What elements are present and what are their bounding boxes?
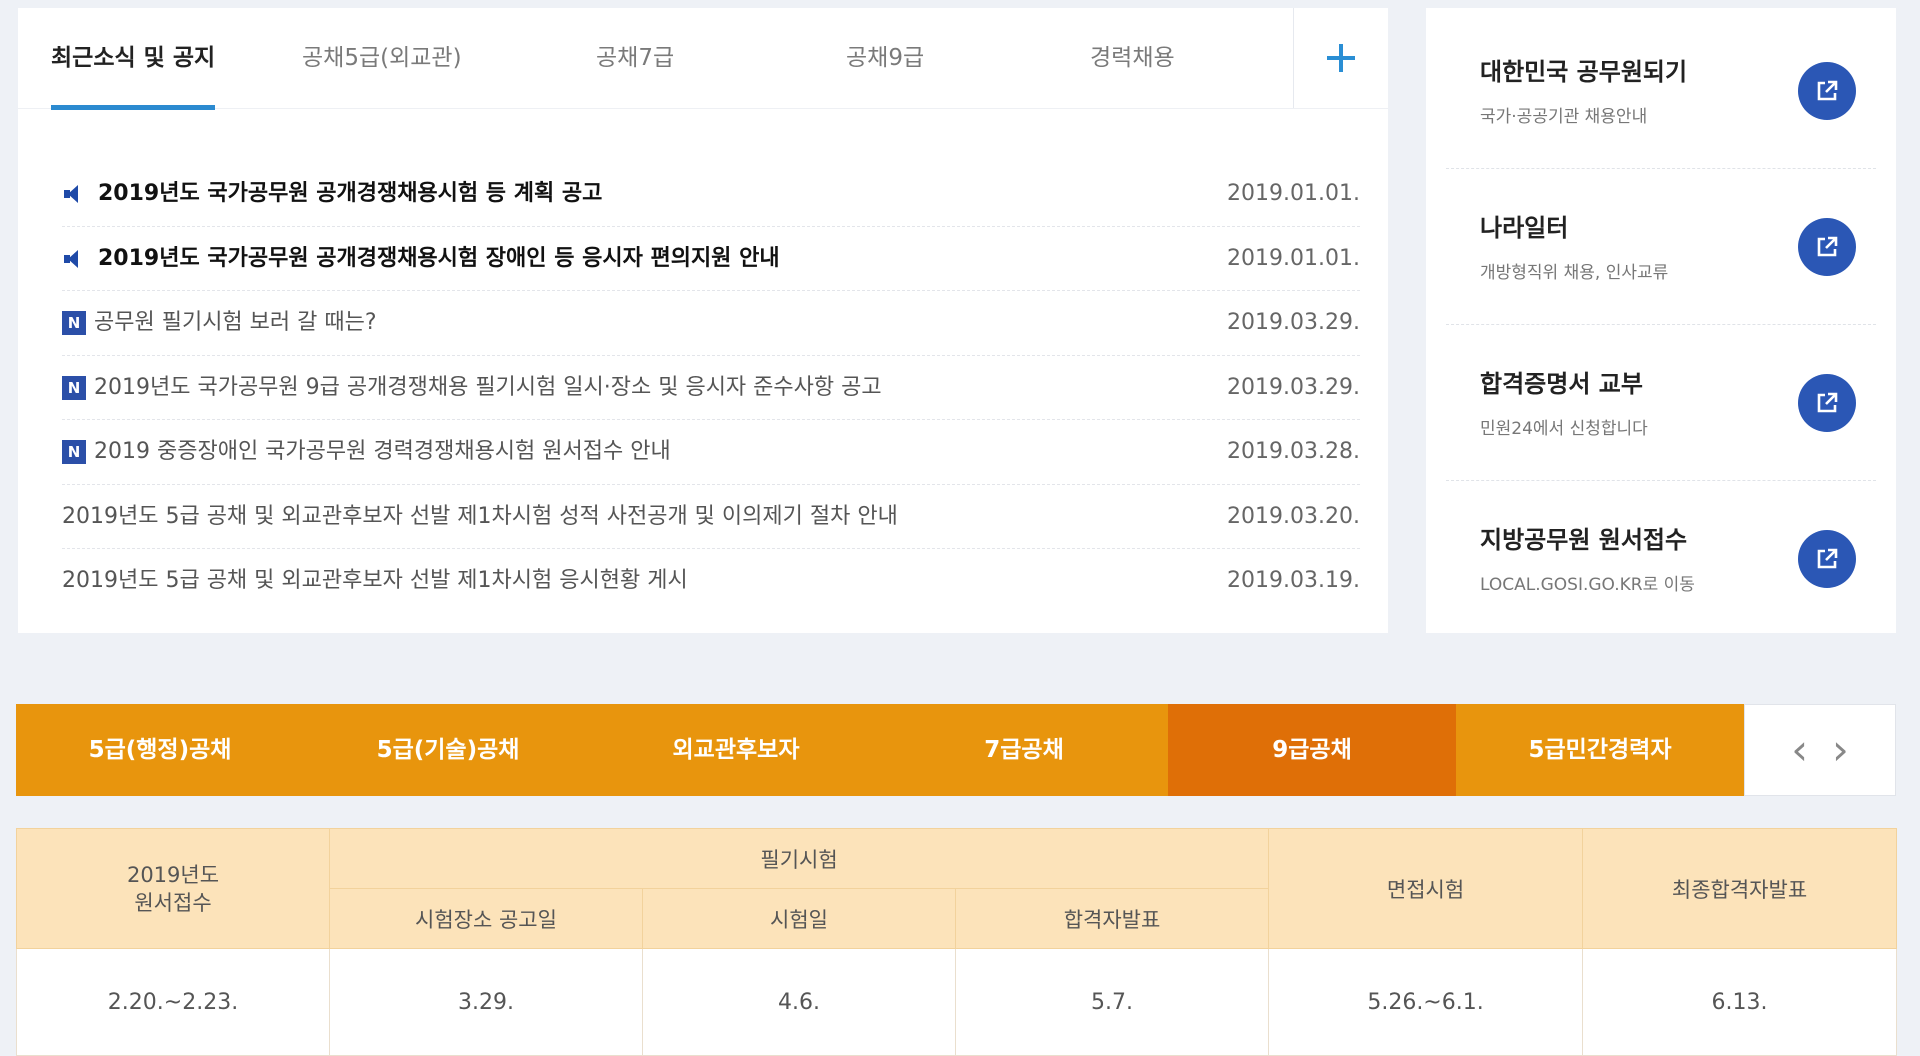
notice-date: 2019.01.01. [1227, 181, 1360, 206]
notice-row[interactable]: N 공무원 필기시험 보러 갈 때는? 2019.03.29. [62, 291, 1360, 356]
category-grade5-admin[interactable]: 5급(행정)공채 [16, 704, 305, 796]
cell-final-result: 6.13. [1582, 948, 1898, 1056]
speaker-icon [62, 185, 84, 203]
notice-title-text: 2019년도 국가공무원 9급 공개경쟁채용 필기시험 일시·장소 및 응시자 … [94, 374, 882, 400]
notice-date: 2019.03.29. [1227, 310, 1360, 335]
notice-date: 2019.03.28. [1227, 439, 1360, 464]
quick-link-gongmuwon[interactable]: 대한민국 공무원되기 국가·공공기관 채용안내 [1446, 12, 1876, 169]
cell-venue-notice: 3.29. [329, 948, 643, 1056]
notice-date: 2019.03.20. [1227, 503, 1360, 529]
quick-link-title: 합격증명서 교부 [1480, 370, 1643, 398]
chevron-right-icon[interactable]: › [1832, 729, 1849, 771]
notice-row[interactable]: N 2019 중증장애인 국가공무원 경력경쟁채용시험 원서접수 안내 2019.… [62, 420, 1360, 485]
tab-grade7[interactable]: 공채7급 [596, 8, 674, 108]
notice-list: 2019년도 국가공무원 공개경쟁채용시험 등 계획 공고 2019.01.01… [62, 162, 1360, 613]
cell-pass-announce: 5.7. [954, 948, 1270, 1056]
quick-link-title: 나라일터 [1480, 214, 1569, 242]
more-button[interactable] [1293, 8, 1388, 108]
notice-tabs: 최근소식 및 공지 공채5급(외교관) 공채7급 공채9급 경력채용 [18, 8, 1388, 110]
notice-title[interactable]: 2019년도 5급 공채 및 외교관후보자 선발 제1차시험 응시현황 게시 [62, 549, 1200, 613]
quick-links-panel: 대한민국 공무원되기 국가·공공기관 채용안내 나라일터 개방형직위 채용, 인… [1426, 8, 1896, 633]
notice-row[interactable]: 2019년도 국가공무원 공개경쟁채용시험 장애인 등 응시자 편의지원 안내 … [62, 227, 1360, 291]
quick-link-local-exam[interactable]: 지방공무원 원서접수 LOCAL.GOSI.GO.KR로 이동 [1446, 480, 1876, 636]
plus-icon [1327, 44, 1355, 72]
notice-panel: 최근소식 및 공지 공채5급(외교관) 공채7급 공채9급 경력채용 2019년… [18, 8, 1388, 633]
notice-row[interactable]: 2019년도 5급 공채 및 외교관후보자 선발 제1차시험 성적 사전공개 및… [62, 485, 1360, 549]
notice-date: 2019.03.19. [1227, 568, 1360, 593]
quick-link-title: 지방공무원 원서접수 [1480, 526, 1688, 554]
quick-link-desc: LOCAL.GOSI.GO.KR로 이동 [1480, 575, 1695, 595]
category-grade9[interactable]: 9급공채 [1168, 704, 1457, 796]
notice-date: 2019.03.29. [1227, 374, 1360, 400]
notice-title-text: 공무원 필기시험 보러 갈 때는? [94, 310, 377, 335]
notice-row[interactable]: 2019년도 국가공무원 공개경쟁채용시험 등 계획 공고 2019.01.01… [62, 162, 1360, 227]
external-link-icon[interactable] [1798, 530, 1856, 588]
notice-title[interactable]: N 공무원 필기시험 보러 갈 때는? [62, 291, 1200, 355]
quick-link-desc: 국가·공공기관 채용안내 [1480, 107, 1648, 127]
exam-schedule-table: 2019년도 원서접수 필기시험 면접시험 최종합격자발표 시험장소 공고일 시… [16, 828, 1898, 1056]
notice-date: 2019.01.01. [1227, 245, 1360, 271]
quick-link-desc: 민원24에서 신청합니다 [1480, 419, 1648, 439]
quick-link-certificate[interactable]: 합격증명서 교부 민원24에서 신청합니다 [1446, 324, 1876, 481]
category-diplomat[interactable]: 외교관후보자 [592, 704, 881, 796]
external-link-icon[interactable] [1798, 218, 1856, 276]
header-application: 2019년도 원서접수 [16, 828, 330, 949]
header-pass-announce: 합격자발표 [954, 888, 1270, 949]
chevron-left-icon[interactable]: ‹ [1791, 729, 1808, 771]
external-link-icon[interactable] [1798, 62, 1856, 120]
category-nav: ‹ › [1744, 704, 1896, 796]
exam-category-bar: 5급(행정)공채 5급(기술)공채 외교관후보자 7급공채 9급공채 5급민간경… [16, 704, 1896, 796]
new-badge: N [62, 440, 86, 464]
quick-link-narailteo[interactable]: 나라일터 개방형직위 채용, 인사교류 [1446, 168, 1876, 325]
external-link-icon[interactable] [1798, 374, 1856, 432]
quick-link-desc: 개방형직위 채용, 인사교류 [1480, 263, 1669, 283]
category-grade5-private[interactable]: 5급민간경력자 [1456, 704, 1745, 796]
new-badge: N [62, 311, 86, 335]
tab-grade9[interactable]: 공채9급 [846, 8, 924, 108]
header-final-result: 최종합격자발표 [1582, 828, 1898, 949]
cell-application: 2.20.~2.23. [16, 948, 330, 1056]
notice-title[interactable]: 2019년도 국가공무원 공개경쟁채용시험 등 계획 공고 [62, 162, 1200, 226]
tab-recent-news[interactable]: 최근소식 및 공지 [51, 8, 216, 110]
tab-grade5-diplomat[interactable]: 공채5급(외교관) [302, 8, 462, 108]
notice-title[interactable]: 2019년도 국가공무원 공개경쟁채용시험 장애인 등 응시자 편의지원 안내 [62, 227, 1200, 291]
notice-title[interactable]: N 2019년도 국가공무원 9급 공개경쟁채용 필기시험 일시·장소 및 응시자… [62, 356, 1200, 420]
table-row: 2.20.~2.23. 3.29. 4.6. 5.7. 5.26.~6.1. 6… [16, 948, 1898, 1056]
header-written-exam: 필기시험 [328, 828, 1270, 889]
header-interview: 면접시험 [1268, 828, 1584, 949]
speaker-icon [62, 249, 84, 268]
cell-interview: 5.26.~6.1. [1268, 948, 1584, 1056]
notice-title-text: 2019년도 국가공무원 공개경쟁채용시험 장애인 등 응시자 편의지원 안내 [98, 245, 780, 271]
quick-link-title: 대한민국 공무원되기 [1480, 58, 1688, 86]
notice-title[interactable]: 2019년도 5급 공채 및 외교관후보자 선발 제1차시험 성적 사전공개 및… [62, 485, 1200, 549]
notice-title[interactable]: N 2019 중증장애인 국가공무원 경력경쟁채용시험 원서접수 안내 [62, 420, 1200, 484]
category-grade7[interactable]: 7급공채 [880, 704, 1169, 796]
header-exam-date: 시험일 [642, 888, 956, 949]
notice-title-text: 2019년도 국가공무원 공개경쟁채용시험 등 계획 공고 [98, 181, 603, 206]
category-grade5-tech[interactable]: 5급(기술)공채 [304, 704, 593, 796]
header-venue-notice: 시험장소 공고일 [329, 888, 643, 949]
notice-title-text: 2019 중증장애인 국가공무원 경력경쟁채용시험 원서접수 안내 [94, 439, 671, 464]
new-badge: N [62, 375, 86, 400]
cell-exam-date: 4.6. [642, 948, 956, 1056]
notice-row[interactable]: N 2019년도 국가공무원 9급 공개경쟁채용 필기시험 일시·장소 및 응시자… [62, 356, 1360, 420]
notice-row[interactable]: 2019년도 5급 공채 및 외교관후보자 선발 제1차시험 응시현황 게시 2… [62, 549, 1360, 613]
tab-career[interactable]: 경력채용 [1090, 8, 1175, 108]
